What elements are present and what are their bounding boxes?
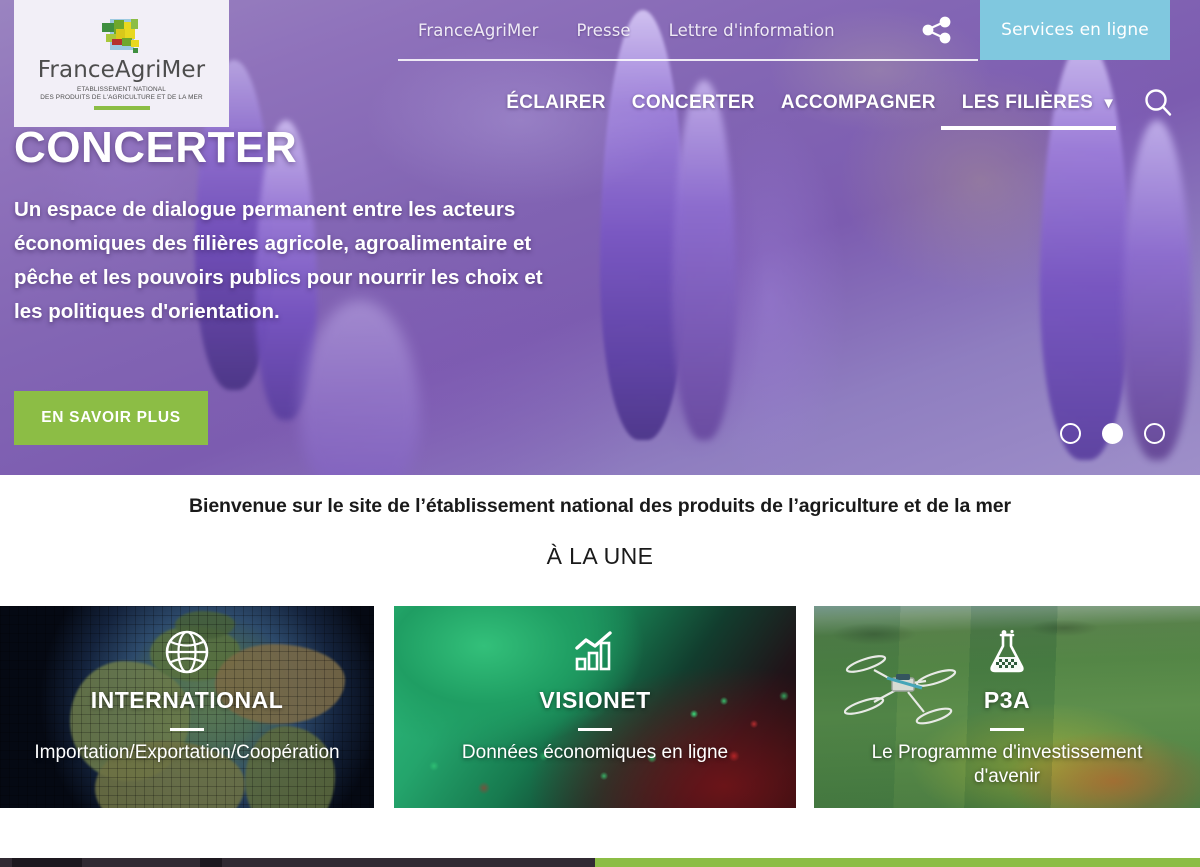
nav-item-eclairer[interactable]: ÉCLAIRER bbox=[506, 92, 606, 114]
nav-item-concerter[interactable]: CONCERTER bbox=[632, 92, 755, 114]
services-en-ligne-button[interactable]: Services en ligne bbox=[980, 0, 1170, 60]
hero-description: Un espace de dialogue permanent entre le… bbox=[14, 193, 559, 329]
card-visionet-content: VISIONET Données économiques en ligne bbox=[394, 606, 796, 808]
next-section-accent-block bbox=[12, 858, 82, 867]
globe-icon bbox=[164, 629, 210, 675]
card-visionet[interactable]: VISIONET Données économiques en ligne bbox=[394, 606, 796, 808]
carousel-dot-2[interactable] bbox=[1102, 423, 1123, 444]
card-p3a-subtitle: Le Programme d'investissement d'avenir bbox=[837, 741, 1177, 789]
hero-carousel: FranceAgriMer ETABLISSEMENT NATIONAL DES… bbox=[0, 0, 1200, 475]
flask-icon bbox=[984, 629, 1030, 675]
search-icon[interactable] bbox=[1138, 83, 1178, 123]
next-section-accent-block bbox=[200, 858, 222, 867]
logo-wordmark: FranceAgriMer bbox=[38, 59, 205, 82]
card-international-content: INTERNATIONAL Importation/Exportation/Co… bbox=[0, 606, 374, 808]
hero-cta-label: EN SAVOIR PLUS bbox=[41, 409, 181, 427]
logo-tagline-line2: DES PRODUITS DE L'AGRICULTURE ET DE LA M… bbox=[40, 94, 202, 102]
nav-item-accompagner[interactable]: ACCOMPAGNER bbox=[781, 92, 936, 114]
logo-tagline: ETABLISSEMENT NATIONAL DES PRODUITS DE L… bbox=[40, 86, 202, 103]
logo-tagline-line1: ETABLISSEMENT NATIONAL bbox=[40, 86, 202, 94]
carousel-dot-3[interactable] bbox=[1144, 423, 1165, 444]
nav-item-les-filieres[interactable]: LES FILIÈRES bbox=[962, 92, 1093, 114]
carousel-dot-1[interactable] bbox=[1060, 423, 1081, 444]
utility-bar-divider bbox=[398, 59, 978, 61]
card-international-subtitle: Importation/Exportation/Coopération bbox=[34, 741, 339, 765]
card-divider bbox=[990, 728, 1024, 731]
card-p3a-content: P3A Le Programme d'investissement d'aven… bbox=[814, 606, 1200, 808]
hero-cta-button[interactable]: EN SAVOIR PLUS bbox=[14, 391, 208, 445]
utility-nav: FranceAgriMer Presse Lettre d'informatio… bbox=[418, 0, 835, 60]
welcome-heading: Bienvenue sur le site de l’établissement… bbox=[0, 475, 1200, 518]
next-section-green-block bbox=[595, 858, 1200, 867]
services-button-label: Services en ligne bbox=[1001, 20, 1149, 40]
next-section-dark-block bbox=[0, 858, 595, 867]
site-logo[interactable]: FranceAgriMer ETABLISSEMENT NATIONAL DES… bbox=[14, 0, 229, 127]
share-icon[interactable] bbox=[920, 16, 954, 44]
card-visionet-title: VISIONET bbox=[539, 687, 650, 714]
chevron-down-icon[interactable]: ▼ bbox=[1101, 95, 1116, 112]
featured-cards: INTERNATIONAL Importation/Exportation/Co… bbox=[0, 606, 1200, 808]
card-international-title: INTERNATIONAL bbox=[91, 687, 284, 714]
section-title-a-la-une: À LA UNE bbox=[0, 518, 1200, 570]
welcome-section: Bienvenue sur le site de l’établissement… bbox=[0, 475, 1200, 606]
nav-active-underline bbox=[941, 126, 1116, 130]
page-root: FranceAgriMer ETABLISSEMENT NATIONAL DES… bbox=[0, 0, 1200, 867]
card-p3a[interactable]: P3A Le Programme d'investissement d'aven… bbox=[814, 606, 1200, 808]
bar-chart-trend-icon bbox=[572, 629, 618, 675]
next-section-preview bbox=[0, 858, 1200, 867]
topnav-lettre-information[interactable]: Lettre d'information bbox=[669, 21, 835, 40]
card-divider bbox=[170, 728, 204, 731]
topnav-franceagrimer[interactable]: FranceAgriMer bbox=[418, 21, 538, 40]
hero-title: CONCERTER bbox=[14, 125, 594, 171]
card-p3a-title: P3A bbox=[984, 687, 1030, 714]
carousel-dots bbox=[1060, 423, 1165, 444]
topnav-presse[interactable]: Presse bbox=[576, 21, 630, 40]
logo-accent-rule bbox=[94, 106, 150, 110]
card-international[interactable]: INTERNATIONAL Importation/Exportation/Co… bbox=[0, 606, 374, 808]
card-visionet-subtitle: Données économiques en ligne bbox=[462, 741, 728, 765]
card-divider bbox=[578, 728, 612, 731]
franceagrimer-logo-mark bbox=[98, 17, 146, 57]
hero-content: CONCERTER Un espace de dialogue permanen… bbox=[14, 125, 594, 329]
